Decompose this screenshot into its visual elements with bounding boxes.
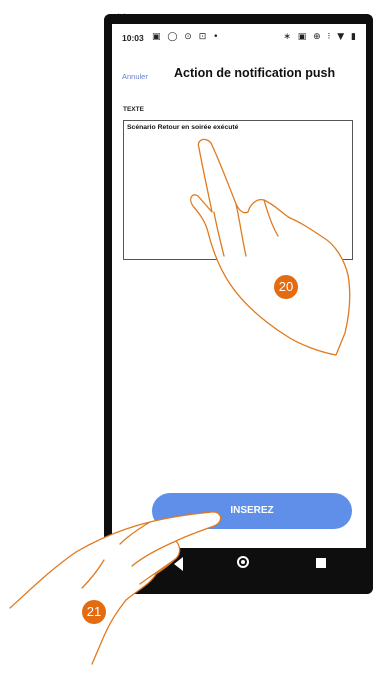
tap-hand-icon bbox=[190, 138, 351, 356]
hand-illustrations bbox=[9, 138, 351, 665]
press-hand-icon bbox=[9, 511, 222, 665]
step-marker-20: 20 bbox=[274, 275, 298, 299]
step-marker-21: 21 bbox=[82, 600, 106, 624]
